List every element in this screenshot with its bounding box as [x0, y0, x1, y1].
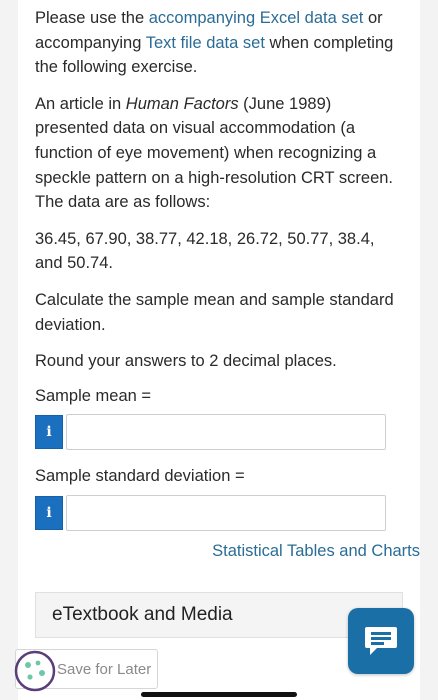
journal-name: Human Factors [125, 94, 239, 113]
chat-icon [365, 627, 397, 655]
statistical-tables-link[interactable]: Statistical Tables and Charts [212, 542, 420, 561]
excel-data-link[interactable]: accompanying Excel data set [149, 9, 364, 27]
data-values: 36.45, 67.90, 38.77, 42.18, 26.72, 50.77… [35, 229, 375, 273]
info-icon[interactable]: i [35, 495, 63, 530]
chat-button[interactable] [348, 608, 414, 674]
sample-sd-row: i [35, 494, 405, 531]
intro-prefix: Please use the [35, 9, 149, 27]
sample-sd-label: Sample standard deviation = [35, 467, 245, 486]
text-file-data-link[interactable]: Text file data set [146, 34, 265, 52]
round-instruction: Round your answers to 2 decimal places. [35, 352, 337, 371]
sample-mean-row: i [35, 414, 405, 451]
sample-mean-input[interactable] [66, 414, 386, 451]
intro-paragraph: Please use the accompanying Excel data s… [35, 6, 405, 80]
article-paragraph: An article in Human Factors (June 1989) … [35, 92, 405, 215]
home-indicator [141, 692, 297, 697]
info-icon[interactable]: i [35, 415, 63, 450]
calc-instruction: Calculate the sample mean and sample sta… [35, 290, 394, 334]
sample-sd-input[interactable] [66, 494, 386, 531]
article-prefix: An article in [35, 94, 126, 113]
cookie-icon[interactable] [14, 650, 56, 692]
sample-mean-label: Sample mean = [35, 386, 152, 405]
question-content: Please use the accompanying Excel data s… [35, 6, 405, 545]
